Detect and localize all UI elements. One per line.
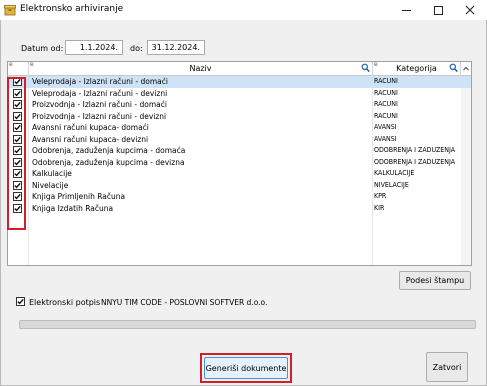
table-row[interactable]: Avansni računi kupaca- devizni AVANSI: [8, 134, 471, 146]
progress-bar: [19, 320, 476, 329]
table-row[interactable]: Kalkulacije KALKULACIJE: [8, 168, 471, 180]
grid-rows: Veleprodaja - Izlazni računi - domaći RAC…: [8, 76, 471, 265]
cell-kategorija: RACUNI: [374, 111, 398, 120]
date-from-input[interactable]: 1.1.2024.: [65, 40, 123, 55]
signature-label: Elektronski potpis: [29, 298, 101, 307]
maximize-button[interactable]: [423, 0, 453, 20]
checkbox-column-highlight: [7, 77, 26, 230]
column-header-kategorija-label: Kategorija: [396, 64, 437, 73]
close-window-button[interactable]: [455, 0, 485, 20]
cell-kategorija: ODOBRENJA I ZADUZENJA: [374, 157, 456, 166]
search-icon[interactable]: [361, 63, 370, 73]
print-setup-button[interactable]: Podesi štampu: [399, 271, 471, 290]
cell-naziv: Odobrenja, zaduženja kupcima - domaća: [32, 146, 186, 155]
column-filter-marker: e: [9, 61, 13, 68]
cell-kategorija: NIVELACIJE: [374, 180, 409, 189]
scroll-up-button[interactable]: [461, 62, 471, 76]
cell-naziv: Avansni računi kupaca- domaći: [32, 123, 149, 132]
cell-kategorija: AVANSI: [374, 123, 397, 131]
cell-naziv: Nivelacije: [32, 180, 69, 190]
column-header-kategorija[interactable]: e Kategorija: [373, 61, 461, 76]
table-row[interactable]: Nivelacije NIVELACIJE: [8, 180, 471, 192]
cell-naziv: Veleprodaja - Izlazni računi - domaći: [32, 77, 168, 86]
table-row[interactable]: Knjiga Primljenih Računa KPR: [8, 191, 471, 203]
cell-naziv: Knjiga Izdatih Računa: [32, 203, 114, 213]
cell-kategorija: RACUNI: [374, 88, 398, 97]
checkmark-icon: [17, 298, 24, 305]
cell-kategorija: ODOBRENJA I ZADUZENJA: [374, 146, 456, 154]
title-bar: Elektronsko arhiviranje: [0, 0, 487, 20]
chevron-up-icon: [463, 66, 469, 71]
cell-naziv: Veleprodaja - Izlazni računi - devizni: [32, 88, 168, 98]
date-from-label: Datum od:: [21, 44, 64, 53]
table-row[interactable]: Veleprodaja - Izlazni računi - devizni RA…: [8, 88, 471, 100]
generate-button-highlight: [200, 353, 292, 383]
table-row[interactable]: Odobrenja, zaduženja kupcima - domaća ODO…: [8, 145, 471, 157]
maximize-icon: [433, 5, 443, 15]
date-to-input[interactable]: 31.12.2024.: [147, 40, 205, 55]
documents-grid: e e Naziv e Kategorija Veleprodaja - Izl…: [7, 61, 472, 266]
cell-kategorija: RACUNI: [374, 100, 398, 108]
table-row[interactable]: Odobrenja, zaduženja kupcima - devizna OD…: [8, 157, 471, 169]
window-title: Elektronsko arhiviranje: [20, 4, 124, 14]
close-icon: [465, 5, 475, 15]
grid-header: e e Naziv e Kategorija: [8, 61, 471, 76]
cell-naziv: Odobrenja, zaduženja kupcima - devizna: [32, 157, 185, 167]
cell-kategorija: AVANSI: [374, 134, 397, 143]
archive-app-icon: [4, 5, 16, 16]
signature-checkbox[interactable]: [16, 297, 25, 306]
column-header-naziv-label: Naziv: [189, 64, 212, 73]
column-header-check[interactable]: e: [8, 61, 29, 76]
cell-kategorija: KIR: [374, 203, 385, 212]
table-row[interactable]: Veleprodaja - Izlazni računi - domaći RAC…: [8, 76, 471, 88]
table-row[interactable]: Proizvodnja - Izlazni računi - domaći RAC…: [8, 99, 471, 111]
cell-naziv: Proizvodnja - Izlazni računi - devizni: [32, 111, 167, 121]
close-button[interactable]: Zatvori: [426, 352, 468, 382]
dialog-body: Datum od: 1.1.2024. do: 31.12.2024. e e …: [0, 20, 487, 386]
cell-naziv: Kalkulacije: [32, 169, 72, 178]
minimize-icon: [401, 9, 411, 11]
cell-naziv: Proizvodnja - Izlazni računi - domaći: [32, 100, 167, 109]
cell-naziv: Knjiga Primljenih Računa: [32, 192, 126, 201]
cell-kategorija: RACUNI: [374, 77, 398, 85]
table-row[interactable]: Proizvodnja - Izlazni računi - devizni RA…: [8, 111, 471, 123]
minimize-button[interactable]: [391, 0, 421, 20]
table-row[interactable]: Avansni računi kupaca- domaći AVANSI: [8, 122, 471, 134]
cell-kategorija: KPR: [374, 192, 387, 200]
column-header-naziv[interactable]: e Naziv: [29, 61, 373, 76]
cell-kategorija: KALKULACIJE: [374, 169, 415, 177]
search-icon[interactable]: [449, 63, 458, 73]
signature-signer: NNYU TIM CODE - POSLOVNI SOFTVER d.o.o.: [101, 298, 268, 307]
table-row[interactable]: Knjiga Izdatih Računa KIR: [8, 203, 471, 215]
cell-naziv: Avansni računi kupaca- devizni: [32, 134, 149, 144]
date-to-label: do:: [130, 44, 143, 53]
